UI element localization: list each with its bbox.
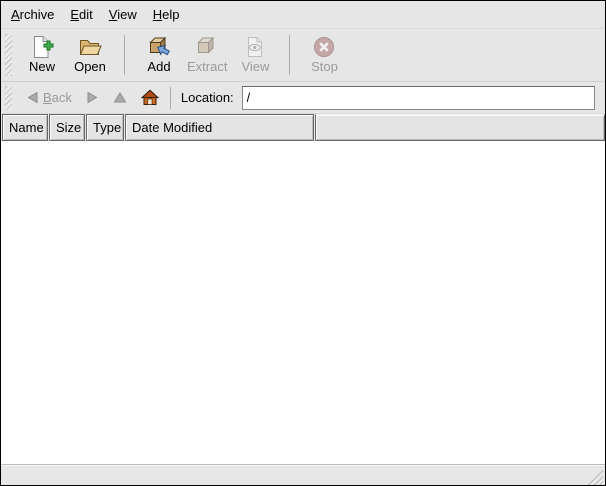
stop-button-label: Stop	[311, 60, 338, 74]
back-button: Back	[19, 85, 79, 111]
column-header-type[interactable]: Type	[86, 114, 124, 141]
extract-button-label: Extract	[187, 60, 227, 74]
menubar: Archive Edit View Help	[1, 1, 605, 29]
home-icon	[141, 89, 159, 106]
menu-view-label: V	[109, 7, 117, 22]
view-file-icon	[243, 35, 267, 59]
new-archive-icon	[30, 35, 54, 59]
navigation-toolbar: Back Location:	[1, 82, 605, 114]
add-button[interactable]: Add	[135, 32, 183, 78]
navbar-separator	[170, 87, 171, 109]
forward-icon	[86, 91, 99, 104]
open-button[interactable]: Open	[66, 32, 114, 78]
up-icon	[113, 91, 127, 104]
resize-grip[interactable]	[587, 469, 603, 485]
menu-view[interactable]: View	[101, 2, 145, 27]
open-button-label: Open	[74, 60, 106, 74]
new-button-label: New	[29, 60, 55, 74]
menu-help-label: H	[153, 7, 162, 22]
column-header-size[interactable]: Size	[49, 114, 85, 141]
extract-button: Extract	[183, 32, 231, 78]
toolbar-drag-handle[interactable]	[5, 34, 12, 76]
extract-icon	[195, 35, 219, 59]
toolbar-separator	[289, 35, 290, 75]
back-button-label: Back	[43, 91, 72, 105]
view-button-label: View	[241, 60, 269, 74]
add-files-icon	[147, 35, 171, 59]
file-list-viewport[interactable]	[1, 141, 605, 464]
file-list-header: Name Size Type Date Modified	[1, 114, 605, 141]
location-label: Location:	[181, 90, 234, 105]
archive-manager-window: Archive Edit View Help New	[0, 0, 606, 486]
new-button[interactable]: New	[18, 32, 66, 78]
stop-button: Stop	[300, 32, 348, 78]
up-button	[106, 85, 134, 111]
menu-archive[interactable]: Archive	[3, 2, 62, 27]
navbar-drag-handle[interactable]	[5, 86, 12, 110]
open-archive-icon	[78, 35, 102, 59]
main-toolbar: New Open	[1, 29, 605, 82]
add-button-label: Add	[147, 60, 170, 74]
column-header-filler	[315, 114, 605, 141]
toolbar-separator	[124, 35, 125, 75]
column-header-name[interactable]: Name	[2, 114, 48, 141]
location-input[interactable]	[242, 86, 595, 110]
menu-help[interactable]: Help	[145, 2, 188, 27]
statusbar	[1, 464, 605, 485]
back-icon	[26, 91, 39, 104]
forward-button	[79, 85, 106, 111]
menu-edit[interactable]: Edit	[62, 2, 100, 27]
view-button: View	[231, 32, 279, 78]
menu-archive-label: A	[11, 7, 20, 22]
menu-edit-label: E	[70, 7, 79, 22]
column-header-date-modified[interactable]: Date Modified	[125, 114, 314, 141]
stop-icon	[312, 35, 336, 59]
home-button[interactable]	[134, 85, 166, 111]
